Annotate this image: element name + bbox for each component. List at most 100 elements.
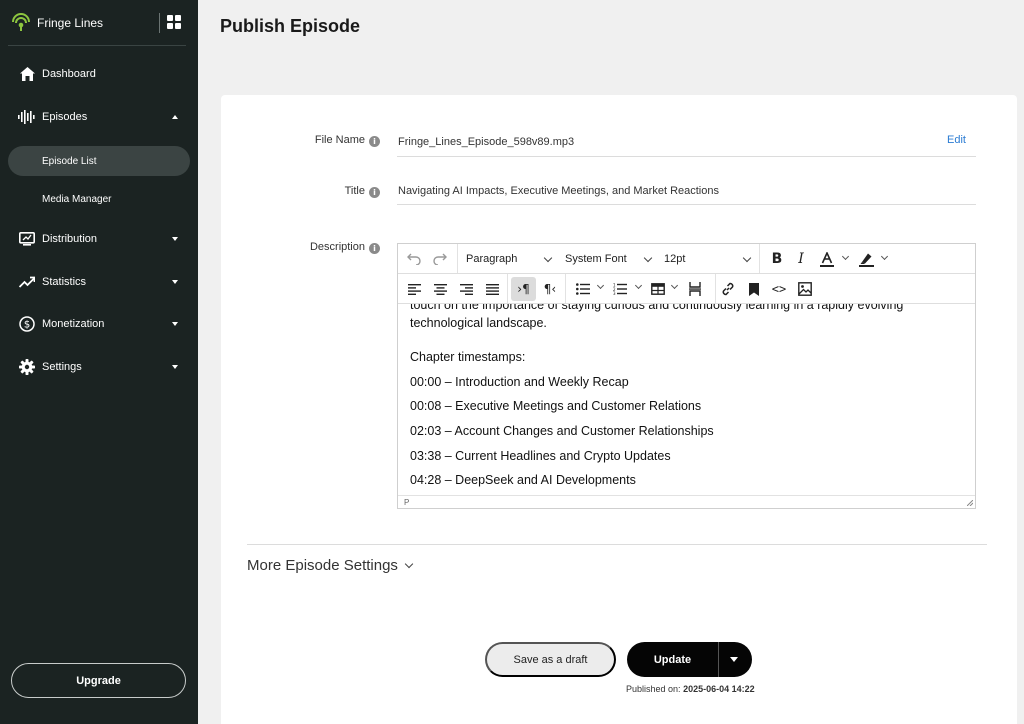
app-grid-icon[interactable] <box>167 15 181 29</box>
bookmark-icon[interactable] <box>744 279 764 299</box>
editor-content[interactable]: touch on the importance of staying curio… <box>398 304 975 494</box>
text-color-icon[interactable] <box>817 249 837 269</box>
chevron-down-icon[interactable] <box>670 281 679 290</box>
redo-icon[interactable] <box>430 249 450 269</box>
sidebar-item-distribution[interactable]: Distribution <box>0 224 198 254</box>
title-input[interactable]: Navigating AI Impacts, Executive Meeting… <box>398 185 719 197</box>
svg-text:3: 3 <box>613 291 616 295</box>
sidebar: Fringe Lines Dashboard Episodes Episode … <box>0 0 198 724</box>
monitor-icon <box>18 230 36 248</box>
svg-text:$: $ <box>24 320 30 331</box>
undo-icon[interactable] <box>404 249 424 269</box>
block-format-value: Paragraph <box>466 253 518 265</box>
font-family-value: System Font <box>565 253 627 265</box>
gear-icon <box>18 358 36 376</box>
more-episode-settings-toggle[interactable]: More Episode Settings <box>247 557 414 574</box>
title-label: Title <box>344 185 365 197</box>
sub-item-active-highlight <box>8 146 190 176</box>
info-icon[interactable]: i <box>369 187 380 198</box>
section-divider <box>247 544 987 545</box>
upgrade-button[interactable]: Upgrade <box>11 663 186 698</box>
chevron-up-icon <box>172 115 178 119</box>
sidebar-item-dashboard[interactable]: Dashboard <box>0 59 198 89</box>
brand[interactable]: Fringe Lines <box>11 11 103 35</box>
chevron-down-icon[interactable] <box>841 252 850 261</box>
image-icon[interactable] <box>795 279 815 299</box>
sidebar-item-monetization[interactable]: $ Monetization <box>0 309 198 339</box>
sidebar-divider <box>8 45 186 46</box>
sidebar-item-label: Monetization <box>42 318 105 330</box>
editor-paragraph: 00:08 – Executive Meetings and Customer … <box>410 399 702 413</box>
align-right-icon[interactable] <box>456 279 476 299</box>
sidebar-subitem-media-manager[interactable]: Media Manager <box>42 194 111 205</box>
editor-paragraph: 00:00 – Introduction and Weekly Recap <box>410 375 629 389</box>
chevron-down-icon <box>543 253 553 262</box>
sidebar-item-statistics[interactable]: Statistics <box>0 267 198 297</box>
font-size-select[interactable]: 12pt <box>664 249 754 269</box>
numbered-list-icon[interactable]: 123 <box>610 279 630 299</box>
chevron-down-icon[interactable] <box>880 252 889 261</box>
link-icon[interactable] <box>718 279 738 299</box>
editor-paragraph: touch on the importance of staying curio… <box>410 304 904 312</box>
toolbar-separator <box>759 244 760 273</box>
chevron-down-icon <box>172 280 178 284</box>
italic-icon[interactable]: I <box>791 249 811 269</box>
published-prefix: Published on: <box>626 684 681 694</box>
podcast-logo-icon <box>12 13 30 31</box>
resize-handle-icon[interactable] <box>967 500 973 506</box>
published-date: 2025-06-04 14:22 <box>683 684 755 694</box>
page-title: Publish Episode <box>220 16 361 36</box>
editor-toolbar-row-1: Paragraph System Font 12pt B I <box>398 244 975 274</box>
toolbar-separator <box>715 274 716 303</box>
chevron-down-icon <box>643 253 653 262</box>
chevron-down-icon <box>172 365 178 369</box>
page-break-icon[interactable] <box>685 279 705 299</box>
rtl-direction-icon[interactable]: ¶‹ <box>540 279 560 299</box>
brand-name: Fringe Lines <box>37 16 104 30</box>
chevron-down-icon[interactable] <box>596 281 605 290</box>
edit-file-link[interactable]: Edit <box>947 134 966 146</box>
chevron-down-icon <box>172 237 178 241</box>
home-icon <box>18 65 36 83</box>
chevron-down-icon <box>742 253 752 262</box>
caret-down-icon[interactable] <box>730 657 738 662</box>
rich-text-editor: Paragraph System Font 12pt B I ›¶ ¶‹ 1 2… <box>397 243 976 509</box>
bullet-list-icon[interactable] <box>573 279 593 299</box>
sidebar-item-label: Dashboard <box>42 68 96 80</box>
more-settings-label: More Episode Settings <box>247 557 398 574</box>
sidebar-item-label: Statistics <box>42 276 87 288</box>
chevron-down-icon[interactable] <box>634 281 643 290</box>
editor-paragraph: 03:38 – Current Headlines and Crypto Upd… <box>410 449 671 463</box>
toolbar-separator <box>565 274 566 303</box>
sidebar-subitem-episode-list[interactable]: Episode List <box>42 156 96 167</box>
align-justify-icon[interactable] <box>482 279 502 299</box>
editor-status-path: P <box>398 495 975 509</box>
save-draft-button[interactable]: Save as a draft <box>485 642 616 677</box>
update-button[interactable]: Update <box>627 642 718 677</box>
toolbar-separator <box>507 274 508 303</box>
table-icon[interactable] <box>648 279 668 299</box>
chevron-down-icon <box>172 322 178 326</box>
bold-icon[interactable]: B <box>767 249 787 269</box>
ltr-direction-icon[interactable]: ›¶ <box>511 277 536 301</box>
editor-paragraph: 04:28 – DeepSeek and AI Developments <box>410 473 636 487</box>
align-left-icon[interactable] <box>404 279 424 299</box>
editor-paragraph: 02:03 – Account Changes and Customer Rel… <box>410 424 714 438</box>
published-on-text: Published on: 2025-06-04 14:22 <box>626 684 755 694</box>
block-format-select[interactable]: Paragraph <box>466 249 554 269</box>
split-divider <box>718 642 719 677</box>
font-family-select[interactable]: System Font <box>565 249 653 269</box>
sidebar-item-label: Episodes <box>42 111 88 123</box>
align-center-icon[interactable] <box>430 279 450 299</box>
info-icon[interactable]: i <box>369 136 380 147</box>
info-icon[interactable]: i <box>369 243 380 254</box>
code-icon[interactable]: <> <box>769 279 789 299</box>
highlight-icon[interactable] <box>856 249 876 269</box>
editor-paragraph: technological landscape. <box>410 316 547 330</box>
sidebar-item-settings[interactable]: Settings <box>0 352 198 382</box>
sidebar-item-episodes[interactable]: Episodes <box>0 102 198 132</box>
dollar-icon: $ <box>18 315 36 333</box>
file-name-label: File Name <box>314 134 365 146</box>
chevron-down-icon <box>404 559 414 569</box>
editor-toolbar-row-2: ›¶ ¶‹ 123 <> <box>398 274 975 304</box>
